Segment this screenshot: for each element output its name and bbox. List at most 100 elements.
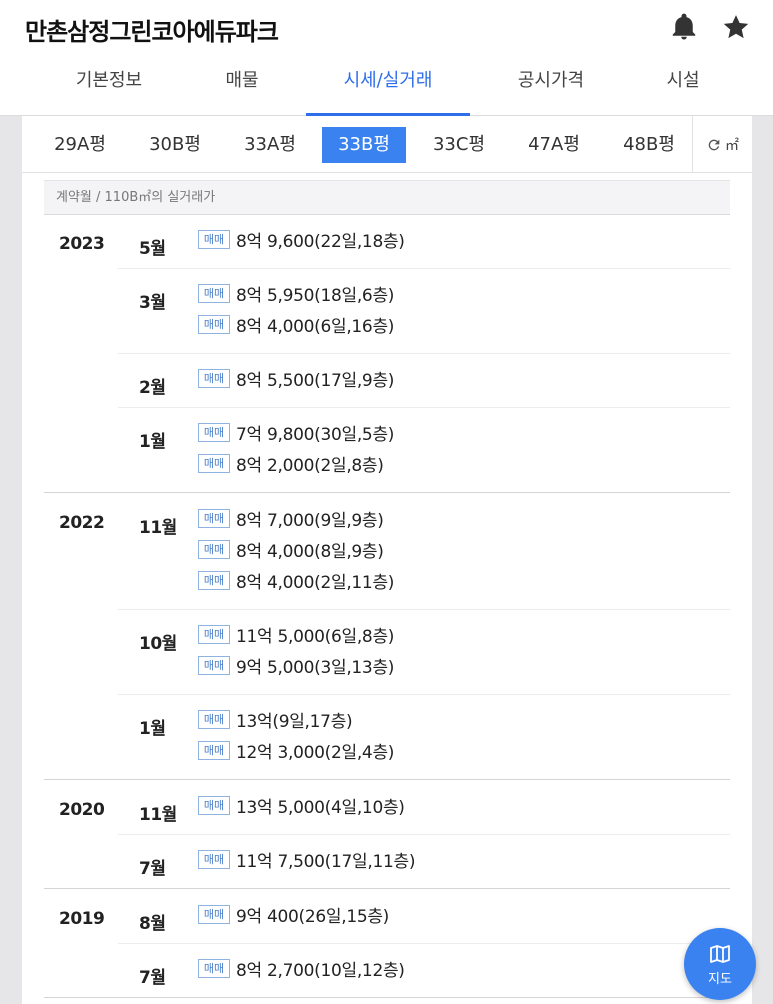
month-row: 11월 매매 13억 5,000(4일,10층) [118, 781, 730, 835]
transaction-price: 8억 4,000(2일,11층) [236, 572, 395, 593]
month-row: 10월 매매 11억 5,000(6일,8층) 매매 9억 5,000(3일,13층) [118, 610, 730, 695]
month-row: 1월 매매 7억 9,800(30일,5층) 매매 8억 2,000(2일,8층) [118, 408, 730, 493]
month-label: 3월 [139, 293, 166, 313]
size-option[interactable]: 33C평 [417, 127, 501, 163]
month-label: 11월 [139, 805, 177, 825]
tab-official-price[interactable]: 공시가격 [492, 58, 610, 116]
sale-type-badge: 매매 [198, 229, 230, 249]
transaction-price: 13억 5,000(4일,10층) [236, 797, 405, 818]
sale-type-badge: 매매 [198, 570, 230, 590]
month-label: 7월 [139, 859, 166, 879]
unit-toggle-button[interactable]: ㎡ [692, 116, 752, 173]
tab-listings[interactable]: 매물 [196, 58, 288, 116]
sale-type-badge: 매매 [198, 849, 230, 869]
transaction-item: 매매 8억 4,000(2일,11층) [198, 568, 395, 593]
sale-type-badge: 매매 [198, 624, 230, 644]
year-group: 2023 5월 매매 8억 9,600(22일,18층) 3월 매매 8억 5,950(18… [44, 215, 730, 493]
year-label: 2023 [59, 234, 105, 254]
size-option[interactable]: 48B평 [607, 127, 691, 163]
month-label: 8월 [139, 914, 166, 934]
map-button-label: 지도 [708, 971, 732, 987]
transaction-item: 매매 8억 7,000(9일,9층) [198, 506, 384, 531]
tab-price-transactions[interactable]: 시세/실거래 [306, 58, 470, 116]
transaction-price: 11억 5,000(6일,8층) [236, 626, 395, 647]
transaction-price: 8억 4,000(6일,16층) [236, 316, 395, 337]
month-label: 10월 [139, 634, 177, 654]
transaction-item: 매매 8억 5,950(18일,6층) [198, 281, 395, 306]
transaction-item: 매매 11억 7,500(17일,11층) [198, 847, 416, 872]
sale-type-badge: 매매 [198, 740, 230, 760]
month-label: 5월 [139, 239, 166, 259]
transaction-item: 매매 12억 3,000(2일,4층) [198, 738, 395, 763]
month-row: 3월 매매 8억 5,950(18일,6층) 매매 8억 4,000(6일,16층) [118, 269, 730, 354]
sale-type-badge: 매매 [198, 709, 230, 729]
size-option[interactable]: 29A평 [38, 127, 122, 163]
month-label: 11월 [139, 518, 177, 538]
transaction-price: 8억 2,000(2일,8층) [236, 455, 384, 476]
transaction-item: 매매 8억 2,700(10일,12층) [198, 956, 405, 981]
tab-facilities[interactable]: 시설 [640, 58, 726, 116]
transaction-price: 8억 9,600(22일,18층) [236, 231, 405, 252]
page-title: 만촌삼정그린코아에듀파크 [25, 18, 279, 46]
sale-type-badge: 매매 [198, 368, 230, 388]
map-icon [710, 944, 730, 963]
refresh-icon [708, 139, 720, 150]
sale-type-badge: 매매 [198, 508, 230, 528]
transaction-price: 9억 400(26일,15층) [236, 906, 390, 927]
transaction-item: 매매 8억 2,000(2일,8층) [198, 451, 384, 476]
month-row: 2월 매매 8억 5,500(17일,9층) [118, 354, 730, 408]
year-group: 2019 8월 매매 9억 400(26일,15층) 7월 매매 8억 2,700(10일,… [44, 890, 730, 998]
transaction-item: 매매 8억 4,000(6일,16층) [198, 312, 395, 337]
size-option-selected[interactable]: 33B평 [322, 127, 406, 163]
transaction-price: 8억 5,950(18일,6층) [236, 285, 395, 306]
transaction-item: 매매 11억 5,000(6일,8층) [198, 622, 395, 647]
transaction-item: 매매 8억 9,600(22일,18층) [198, 227, 405, 252]
month-label: 7월 [139, 968, 166, 988]
size-option[interactable]: 33A평 [228, 127, 312, 163]
transaction-item: 매매 8억 4,000(8일,9층) [198, 537, 384, 562]
month-label: 1월 [139, 719, 166, 739]
size-selector: 29A평 30B평 33A평 33B평 33C평 47A평 48B평 ㎡ [22, 116, 752, 173]
sale-type-badge: 매매 [198, 795, 230, 815]
sale-type-badge: 매매 [198, 314, 230, 334]
transaction-price: 8억 4,000(8일,9층) [236, 541, 384, 562]
month-row: 7월 매매 8억 2,700(10일,12층) [118, 944, 730, 998]
transaction-price: 8억 2,700(10일,12층) [236, 960, 405, 981]
year-group: 2022 11월 매매 8억 7,000(9일,9층) 매매 8억 4,000(8일,9층… [44, 494, 730, 780]
transaction-price: 11억 7,500(17일,11층) [236, 851, 416, 872]
sale-type-badge: 매매 [198, 422, 230, 442]
transaction-price: 9억 5,000(3일,13층) [236, 657, 395, 678]
notification-bell-icon[interactable] [669, 12, 699, 42]
month-row: 11월 매매 8억 7,000(9일,9층) 매매 8억 4,000(8일,9층) 매매 8… [118, 494, 730, 610]
transaction-price: 13억(9일,17층) [236, 711, 353, 732]
size-option[interactable]: 30B평 [133, 127, 217, 163]
favorite-star-icon[interactable] [721, 12, 751, 42]
month-label: 2월 [139, 378, 166, 398]
transaction-item: 매매 13억(9일,17층) [198, 707, 353, 732]
transaction-item: 매매 9억 400(26일,15층) [198, 902, 390, 927]
app-header: 만촌삼정그린코아에듀파크 기본정보 매물 시세/실거래 공시가격 시설 [0, 0, 773, 116]
transaction-panel: 29A평 30B평 33A평 33B평 33C평 47A평 48B평 ㎡ 계약월… [22, 116, 752, 1004]
sale-type-badge: 매매 [198, 655, 230, 675]
transaction-item: 매매 13억 5,000(4일,10층) [198, 793, 405, 818]
table-caption: 계약월 / 110B㎡의 실거래가 [44, 180, 730, 215]
year-label: 2022 [59, 513, 105, 533]
year-group: 2020 11월 매매 13억 5,000(4일,10층) 7월 매매 11억 7,500(… [44, 781, 730, 889]
sale-type-badge: 매매 [198, 539, 230, 559]
transaction-price: 12억 3,000(2일,4층) [236, 742, 395, 763]
transaction-item: 매매 9억 5,000(3일,13층) [198, 653, 395, 678]
tab-basic-info[interactable]: 기본정보 [56, 58, 162, 116]
sale-type-badge: 매매 [198, 958, 230, 978]
sale-type-badge: 매매 [198, 283, 230, 303]
transaction-price: 8억 7,000(9일,9층) [236, 510, 384, 531]
sale-type-badge: 매매 [198, 453, 230, 473]
year-label: 2020 [59, 800, 105, 820]
header-actions [669, 12, 751, 42]
main-tabs: 기본정보 매물 시세/실거래 공시가격 시설 [0, 58, 773, 116]
map-button[interactable]: 지도 [684, 928, 756, 1000]
transaction-price: 8억 5,500(17일,9층) [236, 370, 395, 391]
sale-type-badge: 매매 [198, 904, 230, 924]
month-row: 5월 매매 8억 9,600(22일,18층) [118, 215, 730, 269]
size-option[interactable]: 47A평 [512, 127, 596, 163]
transaction-price: 7억 9,800(30일,5층) [236, 424, 395, 445]
